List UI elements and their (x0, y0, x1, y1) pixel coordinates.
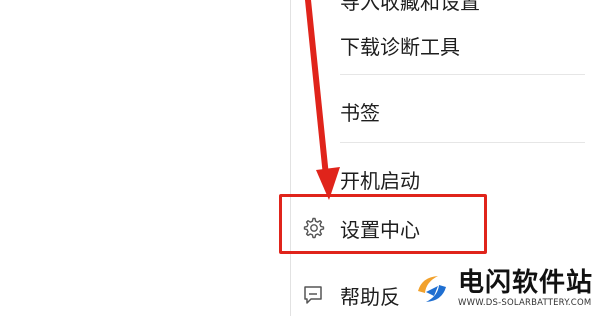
menu-item-label: 帮助反 (340, 284, 400, 309)
highlight-box (279, 194, 487, 254)
menu-item-bookmarks[interactable]: 书签 (340, 96, 600, 126)
menu-item-startup[interactable]: 开机启动 (340, 164, 600, 194)
watermark-logo (413, 270, 451, 308)
menu-divider (340, 74, 585, 75)
watermark: 电闪软件站 WWW.DS-SOLARBATTERY.COM (412, 262, 600, 316)
menu-item-download-diagnostic-tool[interactable]: 下载诊断工具 (340, 30, 600, 60)
watermark-title: 电闪软件站 (458, 268, 594, 299)
menu-item-label: 书签 (340, 100, 380, 125)
menu-divider (340, 142, 585, 143)
menu-item-label: 下载诊断工具 (340, 34, 460, 59)
feedback-icon (300, 282, 326, 308)
menu-item-label: 开机启动 (340, 168, 420, 193)
menu-item-import-clipped[interactable]: 导入收藏和设置 (340, 0, 480, 15)
watermark-subtitle: WWW.DS-SOLARBATTERY.COM (458, 298, 592, 309)
